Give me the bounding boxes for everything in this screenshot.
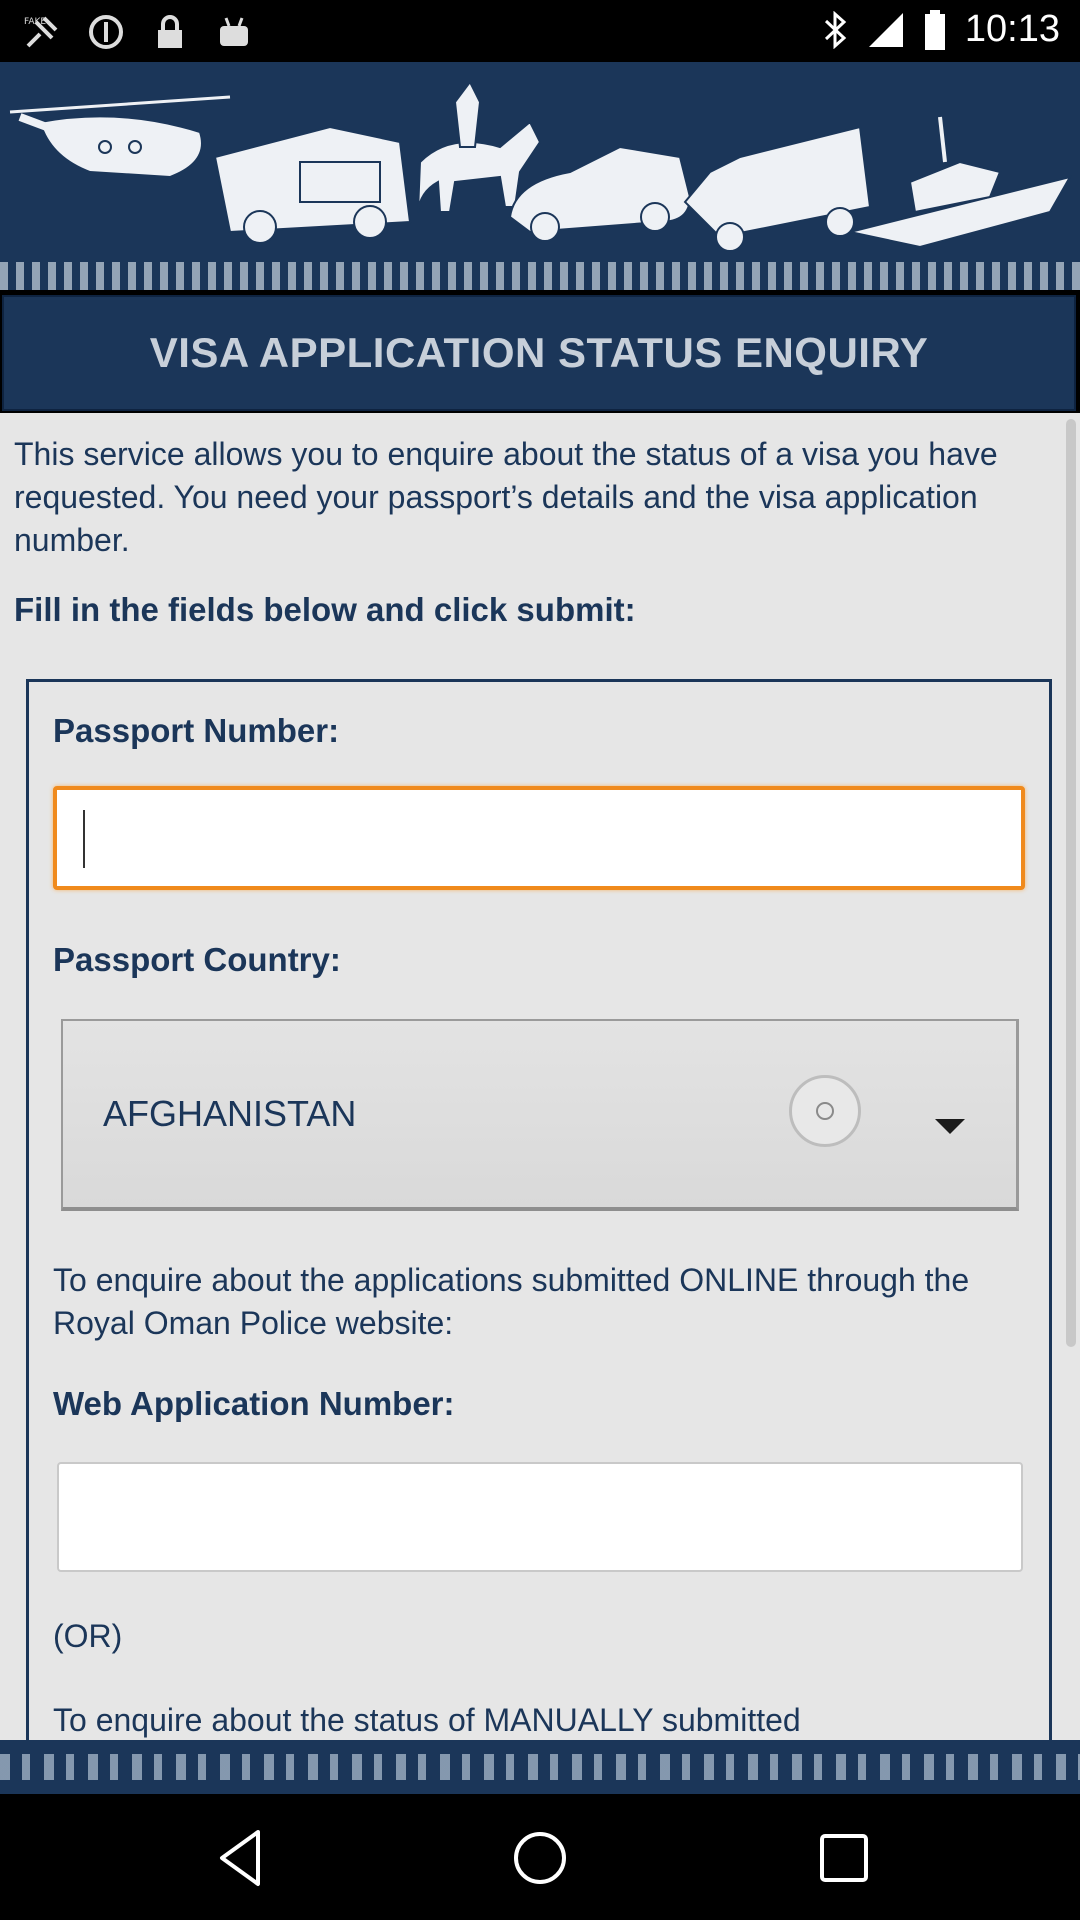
emergency-vehicles-illustration xyxy=(9,80,1073,252)
back-icon[interactable] xyxy=(206,1822,278,1894)
web-application-number-input[interactable] xyxy=(57,1462,1023,1572)
or-separator: (OR) xyxy=(53,1618,123,1654)
scrollbar[interactable] xyxy=(1066,419,1076,1347)
battery-icon xyxy=(924,9,945,50)
dropdown-arrow-icon xyxy=(935,1119,965,1134)
recents-icon[interactable] xyxy=(808,1822,880,1894)
online-enquiry-note: To enquire about the applications submit… xyxy=(53,1262,970,1341)
manual-enquiry-note: To enquire about the status of MANUALLY … xyxy=(53,1702,801,1738)
main-content[interactable]: This service allows you to enquire about… xyxy=(0,413,1080,1740)
fake-gps-icon: FAKE xyxy=(24,16,58,48)
footer-band xyxy=(0,1740,1080,1794)
footer-pattern xyxy=(0,1754,1080,1780)
ambulance-icon xyxy=(683,125,872,252)
bluetooth-icon xyxy=(824,10,847,49)
passport-number-label: Passport Number: xyxy=(53,712,340,749)
clock: 10:13 xyxy=(964,8,1060,50)
enquiry-form: Passport Number: Passport Country: AFGHA… xyxy=(26,679,1052,1740)
status-bar: FAKE 10:13 xyxy=(0,0,1080,62)
banner-border xyxy=(0,262,1080,290)
home-icon[interactable] xyxy=(504,1822,576,1894)
passport-country-value: AFGHANISTAN xyxy=(103,1093,357,1134)
page-title: VISA APPLICATION STATUS ENQUIRY xyxy=(149,329,929,376)
android-icon xyxy=(220,17,248,46)
fire-truck-icon xyxy=(213,125,412,244)
intro-text: This service allows you to enquire about… xyxy=(14,436,998,558)
page-title-bar: VISA APPLICATION STATUS ENQUIRY xyxy=(2,295,1076,411)
web-application-number-label: Web Application Number: xyxy=(53,1385,455,1422)
data-saver-icon xyxy=(89,15,123,49)
radio-icon xyxy=(789,1075,861,1147)
lock-icon xyxy=(158,15,182,48)
patrol-boat-icon xyxy=(849,116,1073,249)
notification-icons: FAKE xyxy=(22,12,254,52)
passport-number-input[interactable] xyxy=(53,786,1025,890)
passport-country-select[interactable]: AFGHANISTAN xyxy=(61,1019,1019,1211)
passport-country-label: Passport Country: xyxy=(53,941,341,978)
header-banner xyxy=(0,62,1080,290)
system-status: 10:13 xyxy=(823,8,1060,51)
helicopter-icon xyxy=(9,95,231,179)
svg-text:FAKE: FAKE xyxy=(24,17,46,27)
instruction-text: Fill in the fields below and click submi… xyxy=(14,591,636,628)
signal-icon xyxy=(868,12,903,47)
police-car-icon xyxy=(508,145,692,242)
text-cursor xyxy=(83,810,85,868)
system-navigation-bar xyxy=(0,1794,1080,1920)
